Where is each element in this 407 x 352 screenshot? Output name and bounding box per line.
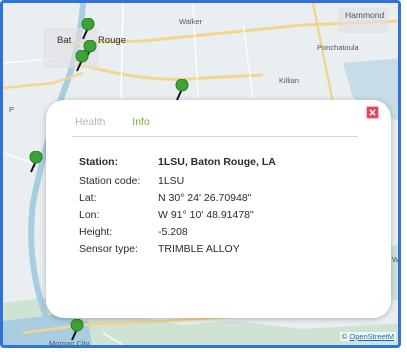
map-label-p: P: [9, 105, 15, 114]
station-info-popup: Health Info Station: 1LSU, Baton Rouge, …: [46, 100, 391, 318]
station-code-value: 1LSU: [158, 174, 185, 187]
tab-info[interactable]: Info: [132, 116, 150, 128]
station-label: Station:: [79, 156, 119, 168]
map-label-hammond: Hammond: [345, 10, 385, 20]
height-value: -5.208: [158, 225, 188, 238]
info-row-station-code: Station code: 1LSU: [79, 172, 276, 189]
sensor-type-label: Sensor type:: [79, 242, 138, 255]
close-icon: [369, 109, 376, 116]
station-value: 1LSU, Baton Rouge, LA: [158, 156, 276, 168]
height-label: Height:: [79, 225, 113, 238]
lat-value: N 30° 24' 26.70948": [158, 191, 252, 204]
tab-health[interactable]: Health: [75, 116, 105, 128]
station-marker-pin-icon[interactable]: [81, 18, 95, 40]
map-label-baton: Bat: [57, 35, 72, 46]
close-button[interactable]: [367, 107, 378, 118]
info-row-height: Height: -5.208: [79, 223, 276, 240]
lon-label: Lon:: [79, 208, 100, 221]
map-attribution: © OpenStreetM: [339, 332, 396, 341]
popup-tabs: Health Info: [75, 116, 174, 128]
map-label-killian: Killian: [279, 76, 300, 85]
map-frame[interactable]: Walker Hammond Bat Rouge Ponchatoula Kil…: [0, 0, 401, 348]
openstreetmap-link[interactable]: OpenStreetM: [349, 332, 394, 341]
map-label-walker: Walker: [179, 17, 203, 26]
lat-label: Lat:: [79, 191, 97, 204]
info-row-lon: Lon: W 91° 10' 48.91478": [79, 206, 276, 223]
info-row-lat: Lat: N 30° 24' 26.70948": [79, 189, 276, 206]
station-marker-pin-icon[interactable]: [29, 151, 43, 173]
station-marker-pin-icon[interactable]: [75, 50, 89, 72]
station-code-label: Station code:: [79, 174, 141, 187]
station-marker-pin-icon[interactable]: [70, 319, 84, 341]
map-label-wa: Wa: [392, 255, 399, 264]
info-row-sensor-type: Sensor type: TRIMBLE ALLOY: [79, 240, 276, 257]
tab-divider: [72, 136, 358, 137]
map-label-ponchatoula: Ponchatoula: [317, 43, 359, 52]
station-marker-pin-icon[interactable]: [175, 79, 189, 101]
station-info-table: Station: 1LSU, Baton Rouge, LA Station c…: [79, 152, 276, 257]
info-row-station: Station: 1LSU, Baton Rouge, LA: [79, 152, 276, 172]
sensor-type-value: TRIMBLE ALLOY: [158, 242, 240, 255]
map-label-rouge: Rouge: [98, 35, 126, 46]
lon-value: W 91° 10' 48.91478": [158, 208, 254, 221]
